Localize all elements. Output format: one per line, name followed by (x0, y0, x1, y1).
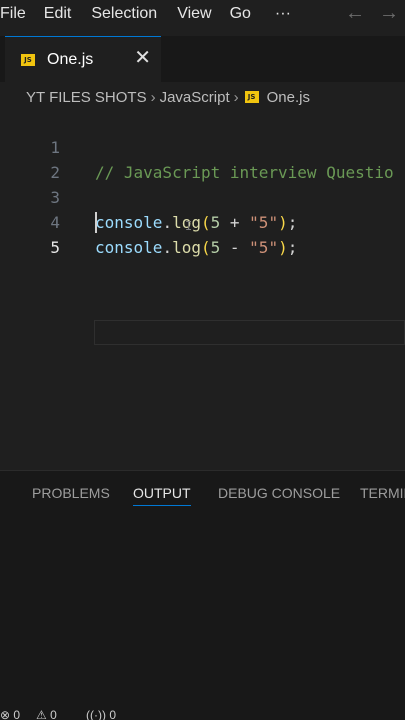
menu-view[interactable]: View (177, 5, 221, 23)
code-statement: console.log(5 - "5"); (95, 235, 297, 260)
code-line-1[interactable]: 1 // JavaScript interview Questio (0, 110, 405, 182)
chevron-right-icon: › (233, 88, 239, 106)
breadcrumb-root[interactable]: YT FILES SHOTS (26, 89, 147, 106)
text-cursor (95, 212, 97, 233)
errors-indicator[interactable]: ⊗ 0 (0, 708, 20, 720)
status-bar: ⊗ 0 ⚠ 0 ((·)) 0 (0, 706, 405, 720)
token-open-paren: ( (200, 238, 211, 257)
chevron-right-icon: › (150, 88, 156, 106)
warnings-indicator[interactable]: ⚠ 0 (36, 708, 57, 720)
token-string: "5" (249, 238, 279, 257)
token-function: log (172, 238, 201, 257)
tab-title: One.js (47, 50, 94, 68)
javascript-file-icon: JS (244, 91, 259, 103)
tab-terminal[interactable]: TERMIN (360, 483, 405, 503)
code-line-5[interactable]: 5 (0, 210, 405, 257)
breadcrumb-file[interactable]: One.js (267, 89, 310, 106)
forward-arrow-icon[interactable]: → (379, 2, 399, 24)
code-line-3[interactable]: 3 console.log(5 + "5"); (0, 160, 405, 232)
bottom-panel: PROBLEMS OUTPUT DEBUG CONSOLE TERMIN (0, 470, 405, 707)
code-line-4[interactable]: 4 console.log(5 - "5"); (0, 185, 405, 257)
panel-tab-bar: PROBLEMS OUTPUT DEBUG CONSOLE TERMIN (0, 483, 405, 507)
more-menu-icon[interactable]: ··· (275, 5, 301, 23)
menu-go[interactable]: Go (230, 5, 261, 23)
menu-bar: File Edit Selection View Go ··· ← → (0, 0, 405, 28)
tab-problems[interactable]: PROBLEMS (32, 483, 110, 503)
breadcrumb: YT FILES SHOTS › JavaScript › JS One.js (26, 86, 310, 108)
code-line-2[interactable]: 2 (0, 135, 405, 182)
tab-output[interactable]: OUTPUT (133, 483, 191, 506)
back-arrow-icon[interactable]: ← (345, 2, 365, 24)
menu-selection[interactable]: Selection (91, 5, 167, 23)
javascript-file-icon: JS (21, 53, 35, 66)
editor-tab-strip: JS One.js ✕ (0, 36, 405, 82)
breadcrumb-folder[interactable]: JavaScript (160, 89, 230, 106)
token-object: console (95, 238, 163, 257)
ports-indicator[interactable]: ((·)) 0 (86, 708, 116, 720)
token-operator: - (220, 238, 250, 257)
current-line-highlight (94, 320, 405, 345)
tab-debug-console[interactable]: DEBUG CONSOLE (218, 483, 340, 503)
ibeam-cursor-icon: I (185, 219, 193, 233)
menu-edit[interactable]: Edit (44, 5, 82, 23)
token-close-paren: ) (278, 238, 288, 257)
line-number-active: 5 (50, 238, 60, 257)
code-editor[interactable]: 1 // JavaScript interview Questio 2 3 co… (0, 110, 405, 470)
token-semicolon: ; (287, 238, 298, 257)
tab-one-js[interactable]: JS One.js ✕ (5, 36, 161, 82)
close-icon[interactable]: ✕ (134, 48, 151, 68)
token-number: 5 (210, 238, 221, 257)
menu-file[interactable]: File (0, 5, 36, 23)
token-dot: . (162, 238, 173, 257)
